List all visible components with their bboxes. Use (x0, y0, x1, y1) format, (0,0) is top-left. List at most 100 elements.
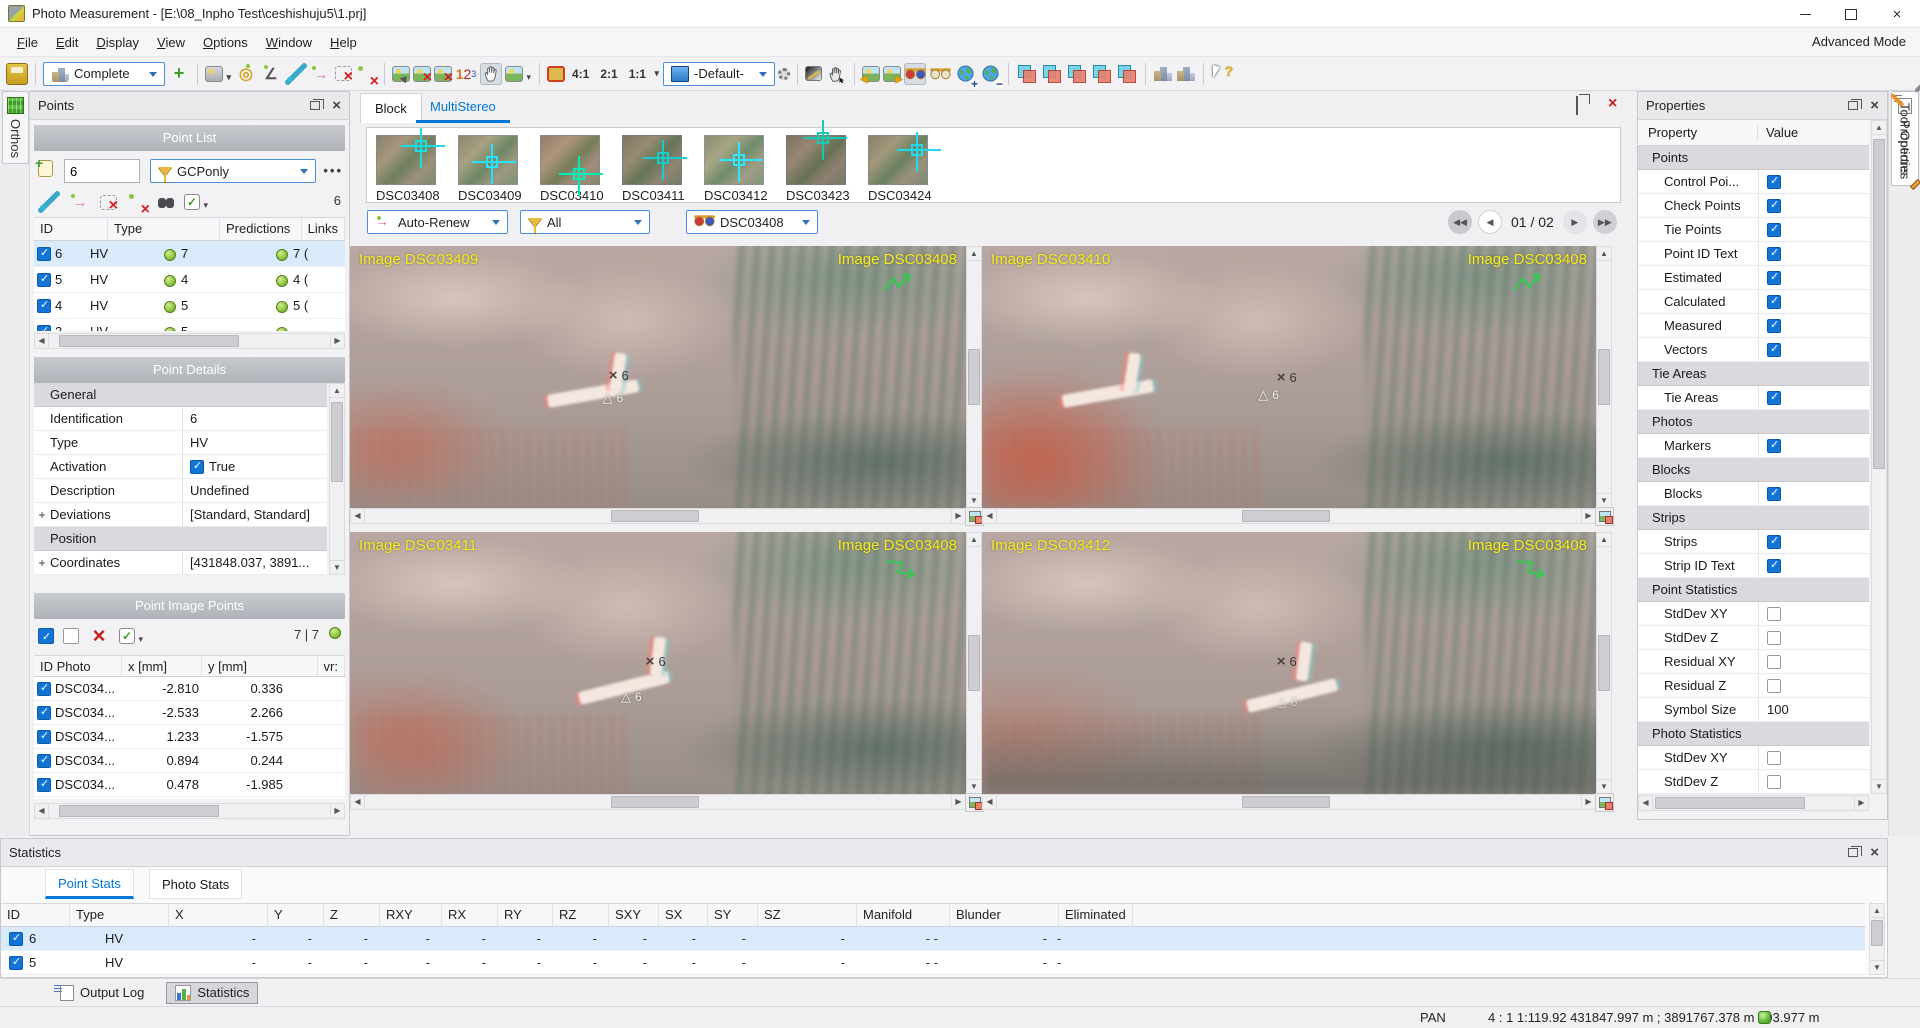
detail-row[interactable]: Position [m] [m] (34, 527, 327, 551)
row-checkbox[interactable] (37, 273, 51, 287)
estimated-point-marker[interactable]: 6 (621, 689, 642, 705)
anaglyph-image[interactable]: Image DSC03411 Image DSC03408 6 6 (350, 532, 966, 794)
delete-selection-button[interactable] (100, 195, 117, 210)
statistics-row[interactable]: 5 HV ------------ --- (1, 951, 1865, 975)
property-checkbox[interactable] (1767, 175, 1781, 189)
property-checkbox[interactable] (1767, 223, 1781, 237)
property-row[interactable]: StdDev Z (1638, 626, 1869, 650)
zoom-window-tool[interactable] (505, 66, 523, 82)
photo-thumbnail[interactable]: DSC03410 (540, 135, 602, 203)
column-header[interactable]: Manifold (857, 904, 950, 926)
menu-item[interactable]: Window (257, 31, 321, 54)
column-header[interactable]: Links (302, 218, 345, 240)
estimated-point-marker[interactable]: 6 (1277, 694, 1298, 710)
close-document-icon[interactable]: × (1608, 95, 1617, 113)
point-filter-combo[interactable]: GCPonly (150, 159, 316, 183)
point-list-row[interactable]: 3 HV 5 (34, 319, 345, 331)
detail-row[interactable]: General (34, 383, 327, 407)
property-checkbox[interactable] (1767, 319, 1781, 333)
properties-hscrollbar[interactable]: ◀▶ (1638, 795, 1869, 811)
view-vscrollbar[interactable]: ▲▼ (1596, 246, 1612, 508)
photo-thumbnail[interactable]: DSC03408 (376, 135, 438, 203)
point-list-hscrollbar[interactable]: ◀▶ (34, 333, 345, 349)
column-header[interactable]: RX (442, 904, 498, 926)
property-checkbox[interactable] (1767, 271, 1781, 285)
properties-vscrollbar[interactable]: ▲▼ (1871, 120, 1887, 794)
row-checkbox[interactable] (37, 325, 51, 332)
column-header[interactable]: ID (34, 218, 108, 240)
view-hscrollbar[interactable]: ◀▶ (350, 794, 966, 810)
property-row[interactable]: Residual Z (1638, 674, 1869, 698)
property-row[interactable]: Photo Statistics (1638, 722, 1869, 746)
property-checkbox[interactable] (1767, 487, 1781, 501)
angle-measure-tool[interactable] (260, 63, 282, 85)
property-row[interactable]: Markers (1638, 434, 1869, 458)
anaglyph-image[interactable]: Image DSC03410 Image DSC03408 6 6 (982, 246, 1596, 508)
delete-point-button[interactable] (355, 63, 377, 85)
close-panel-icon[interactable]: × (1870, 848, 1879, 858)
tab-photo-stats[interactable]: Photo Stats (149, 869, 242, 899)
pan-tool[interactable] (480, 63, 502, 85)
measured-point-marker[interactable]: 6 (1277, 369, 1297, 386)
dock-toggle-button[interactable]: Statistics (166, 982, 258, 1004)
restore-document-icon[interactable] (1576, 96, 1578, 115)
column-header[interactable]: X (169, 904, 268, 926)
property-row[interactable]: Point Statistics (1638, 578, 1869, 602)
measurement-row[interactable]: DSC034... -2.533 2.266 (34, 701, 345, 725)
menu-item[interactable]: File (8, 31, 47, 54)
view-hscrollbar[interactable]: ◀▶ (982, 508, 1596, 524)
property-row[interactable]: Tie Areas (1638, 362, 1869, 386)
property-column-header[interactable]: Property (1638, 125, 1758, 140)
pip-hscrollbar[interactable]: ◀▶ (34, 803, 345, 819)
tab-block[interactable]: Block (360, 93, 422, 123)
menu-item[interactable]: View (148, 31, 194, 54)
deselect-all-measurements-button[interactable] (63, 628, 79, 644)
orientation-tool[interactable] (235, 63, 257, 85)
property-checkbox[interactable] (1767, 295, 1781, 309)
left-dock-tab[interactable]: Orthos (2, 91, 29, 164)
zoom-in-all-button[interactable] (954, 63, 976, 85)
detail-row[interactable]: Activation True True (34, 455, 327, 479)
maximize-button[interactable] (1828, 0, 1874, 28)
monitor-profile-combo[interactable]: -Default- (663, 62, 775, 86)
move-point-tool[interactable] (825, 63, 847, 85)
view-vscrollbar[interactable]: ▲▼ (966, 532, 982, 794)
expand-icon[interactable]: + (34, 508, 50, 522)
measured-point-marker[interactable]: 6 (1277, 653, 1297, 670)
detail-row[interactable]: + Coordinates [431848.037, 3891... [4318… (34, 551, 327, 575)
block-photos-button[interactable] (1176, 65, 1196, 83)
column-header[interactable]: Y (268, 904, 324, 926)
column-header[interactable]: SY (708, 904, 758, 926)
next-page-button[interactable]: ▶ (1563, 210, 1587, 234)
zoom-4-1-button[interactable]: 4:1 (568, 64, 593, 84)
remove-image-points-button[interactable] (413, 66, 431, 82)
stereo-view[interactable]: Image DSC03412 Image DSC03408 6 6 ▲▼ (982, 532, 1612, 810)
float-panel-icon[interactable] (1848, 101, 1858, 110)
transfer-point-tool[interactable] (69, 191, 91, 213)
swap-images-button[interactable] (1016, 63, 1038, 85)
shift-image-up-button[interactable] (1091, 63, 1113, 85)
column-header[interactable]: Blunder (950, 904, 1059, 926)
estimated-point-marker[interactable]: 6 (603, 390, 624, 406)
save-button[interactable] (6, 63, 28, 85)
property-row[interactable]: Tie Points (1638, 218, 1869, 242)
measurement-row[interactable]: DSC034... -2.810 0.336 (34, 677, 345, 701)
detail-row[interactable]: Identification 6 6 (34, 407, 327, 431)
measurement-row[interactable]: DSC034... 1.233 -1.575 (34, 725, 345, 749)
anaglyph-view-button[interactable] (904, 63, 926, 85)
property-row[interactable]: Residual XY (1638, 650, 1869, 674)
dock-toggle-button[interactable]: Output Log (52, 982, 152, 1004)
detail-row[interactable]: + Deviations [Standard, Standard] [Stand… (34, 503, 327, 527)
previous-photos-button[interactable] (862, 66, 880, 82)
row-checkbox[interactable] (9, 956, 23, 970)
property-row[interactable]: Control Poi... (1638, 170, 1869, 194)
open-image-button[interactable] (392, 66, 410, 82)
measurement-row[interactable]: DSC034... 0.478 -1.985 (34, 773, 345, 797)
context-help-button[interactable] (1211, 63, 1233, 85)
property-checkbox[interactable] (1767, 559, 1781, 573)
menu-item[interactable]: Options (194, 31, 257, 54)
photo-thumbnail[interactable]: DSC03424 (868, 135, 930, 203)
next-photos-button[interactable] (883, 66, 901, 82)
property-checkbox[interactable] (1767, 607, 1781, 621)
view-vscrollbar[interactable]: ▲▼ (966, 246, 982, 508)
